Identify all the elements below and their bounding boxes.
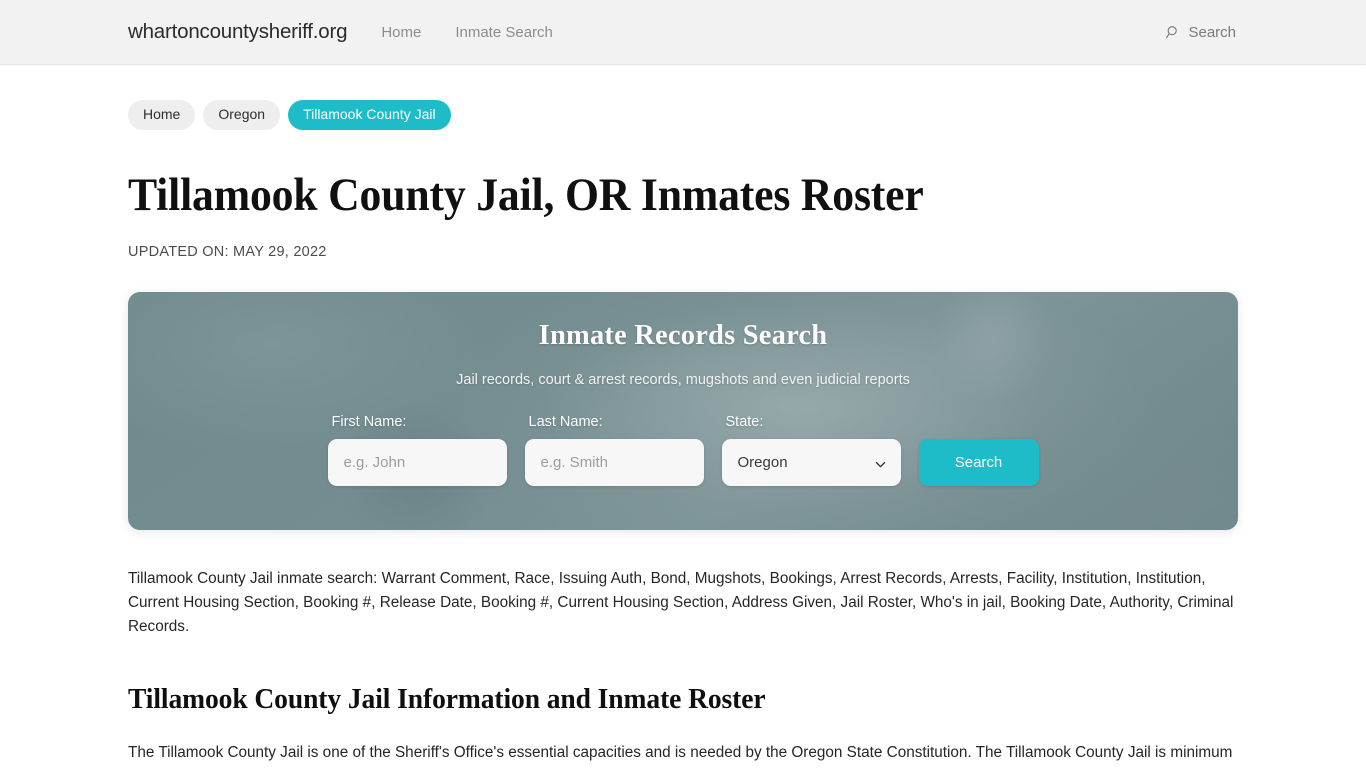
header-search-toggle[interactable]: Search <box>1166 24 1238 41</box>
page-title: Tillamook County Jail, OR Inmates Roster <box>128 169 924 221</box>
header-inner: whartoncountysheriff.org Home Inmate Sea… <box>128 0 1238 64</box>
page-container: Home Oregon Tillamook County Jail Tillam… <box>128 65 1238 768</box>
breadcrumb-item-oregon[interactable]: Oregon <box>203 100 281 130</box>
body-paragraph: The Tillamook County Jail is one of the … <box>128 743 1233 768</box>
last-name-label: Last Name: <box>528 413 603 430</box>
nav-item-inmate-search[interactable]: Inmate Search <box>455 24 553 41</box>
first-name-label: First Name: <box>331 413 407 430</box>
search-icon <box>1166 25 1181 40</box>
inmate-search-form: First Name: Last Name: State: Oregon Sea… <box>327 413 1039 486</box>
hero-subtitle: Jail records, court & arrest records, mu… <box>456 371 910 388</box>
updated-on-label: UPDATED ON: MAY 29, 2022 <box>128 243 327 260</box>
intro-paragraph: Tillamook County Jail inmate search: War… <box>128 569 1234 635</box>
breadcrumb-item-home[interactable]: Home <box>128 100 196 130</box>
section-heading: Tillamook County Jail Information and In… <box>128 682 766 715</box>
first-name-input[interactable] <box>327 438 507 486</box>
search-button[interactable]: Search <box>918 438 1039 486</box>
header-search-label: Search <box>1188 23 1236 41</box>
breadcrumb: Home Oregon Tillamook County Jail <box>128 100 1238 130</box>
site-logo[interactable]: whartoncountysheriff.org <box>128 20 348 44</box>
main-nav: Home Inmate Search <box>381 24 553 41</box>
inmate-records-search-panel: Inmate Records Search Jail records, cour… <box>128 291 1238 530</box>
state-select[interactable]: Oregon <box>721 438 901 486</box>
site-header: whartoncountysheriff.org Home Inmate Sea… <box>0 0 1366 65</box>
hero-title: Inmate Records Search <box>538 319 828 351</box>
last-name-field-group: Last Name: <box>524 413 704 486</box>
last-name-input[interactable] <box>524 438 704 486</box>
nav-item-home[interactable]: Home <box>381 24 421 41</box>
breadcrumb-item-current[interactable]: Tillamook County Jail <box>288 100 451 130</box>
state-field-group: State: Oregon <box>721 413 901 486</box>
state-label: State: <box>725 413 764 430</box>
first-name-field-group: First Name: <box>327 413 507 486</box>
